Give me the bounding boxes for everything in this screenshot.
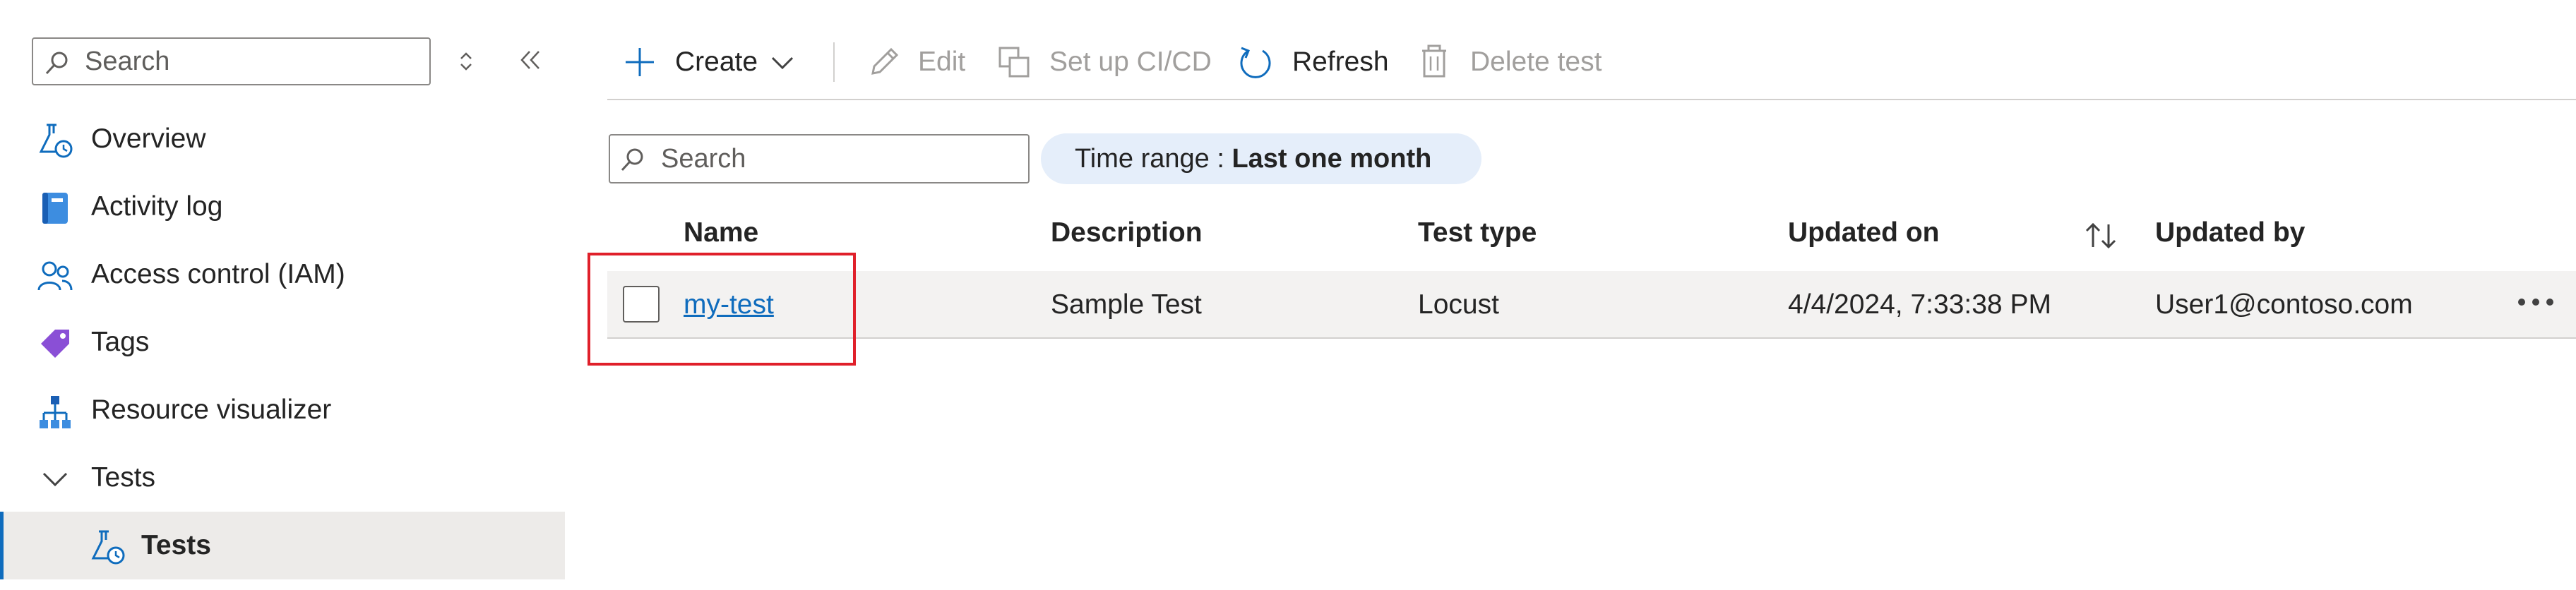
pencil-icon (866, 44, 902, 80)
highlight-box (588, 253, 856, 366)
chevron-down-icon (770, 51, 795, 76)
create-button[interactable]: Create (621, 35, 805, 89)
edit-label: Edit (918, 47, 966, 77)
sidebar-item-resource-visualizer[interactable]: Resource visualizer (0, 376, 565, 444)
search-icon (44, 50, 70, 76)
test-description: Sample Test (1051, 289, 1202, 320)
time-range-filter[interactable]: Time range : Last one month (1041, 133, 1481, 184)
test-updated-on: 4/4/2024, 7:33:38 PM (1788, 289, 2051, 320)
book-icon (37, 190, 73, 227)
refresh-icon (1237, 44, 1274, 80)
chevron-down-icon (37, 461, 73, 498)
toolbar-separator (833, 42, 835, 82)
hierarchy-icon (37, 393, 73, 430)
time-range-label: Time range : (1075, 144, 1232, 174)
people-icon (37, 258, 73, 294)
sidebar-item-label: Tags (91, 327, 150, 357)
sidebar-item-label: Tests (141, 530, 211, 560)
tag-icon (37, 325, 73, 362)
tests-search-placeholder: Search (661, 144, 746, 174)
edit-button[interactable]: Edit (866, 35, 972, 89)
flask-clock-icon (37, 122, 73, 159)
column-header-name[interactable]: Name (684, 212, 758, 254)
column-header-description[interactable]: Description (1051, 212, 1203, 254)
sidebar-item-label: Activity log (91, 191, 223, 222)
sidebar-item-label: Overview (91, 124, 206, 154)
sidebar-item-access-control[interactable]: Access control (IAM) (0, 241, 565, 308)
time-range-value: Last one month (1232, 144, 1432, 174)
sidebar-search-placeholder: Search (85, 47, 170, 76)
sidebar-search-input[interactable]: Search (32, 37, 431, 85)
column-header-updated-on[interactable]: Updated on (1788, 212, 1939, 254)
delete-test-button[interactable]: Delete test (1418, 35, 1616, 89)
create-label: Create (675, 47, 758, 77)
sidebar-group-tests[interactable]: Tests (0, 444, 565, 512)
more-options-icon[interactable] (2517, 297, 2555, 307)
sidebar-item-overview[interactable]: Overview (0, 105, 565, 173)
toolbar-divider (607, 99, 2576, 100)
expand-collapse-icon[interactable] (458, 49, 475, 73)
sidebar: Search Overview Activity log Access cont… (0, 0, 565, 590)
sidebar-item-label: Resource visualizer (91, 395, 332, 425)
search-icon (620, 147, 645, 172)
flask-clock-icon (89, 529, 126, 565)
test-type: Locust (1418, 289, 1499, 320)
sidebar-item-tags[interactable]: Tags (0, 308, 565, 376)
delete-test-label: Delete test (1470, 47, 1602, 77)
test-updated-by: User1@contoso.com (2155, 289, 2413, 320)
setup-cicd-label: Set up CI/CD (1049, 47, 1212, 77)
setup-cicd-button[interactable]: Set up CI/CD (996, 35, 1215, 89)
column-header-test-type[interactable]: Test type (1418, 212, 1537, 254)
collapse-sidebar-icon[interactable] (518, 48, 542, 72)
sidebar-item-label: Tests (91, 462, 156, 493)
plus-icon (621, 44, 658, 80)
sidebar-item-label: Access control (IAM) (91, 259, 345, 289)
sidebar-item-tests[interactable]: Tests (0, 512, 565, 579)
tests-search-input[interactable]: Search (609, 134, 1030, 183)
copy-icon (996, 44, 1032, 80)
refresh-label: Refresh (1292, 47, 1389, 77)
trash-icon (1418, 44, 1455, 80)
sidebar-item-activity-log[interactable]: Activity log (0, 173, 565, 241)
refresh-button[interactable]: Refresh (1237, 35, 1393, 89)
column-header-updated-by[interactable]: Updated by (2155, 212, 2305, 254)
sort-arrows-icon[interactable] (2083, 222, 2120, 250)
selection-indicator (0, 512, 4, 579)
